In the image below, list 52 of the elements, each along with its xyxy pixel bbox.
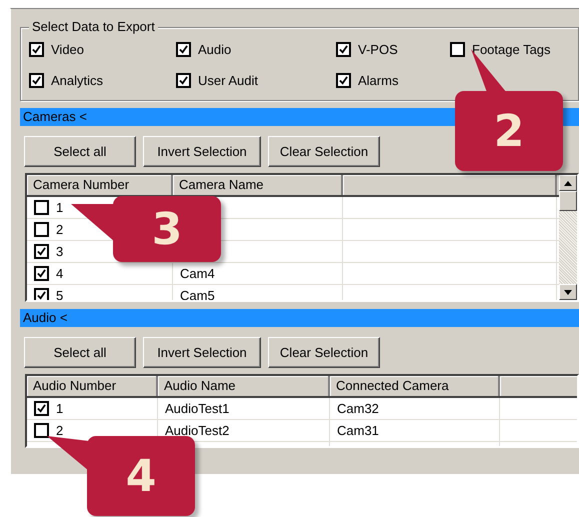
checkbox[interactable] (336, 72, 351, 88)
toolbar-button[interactable]: Clear Selection (268, 136, 380, 167)
group-title: Select Data to Export (29, 19, 158, 35)
option-label: Audio (198, 42, 232, 56)
option-label: Video (51, 42, 84, 56)
table-cell-text: 4 (56, 265, 64, 283)
checkbox[interactable] (34, 266, 49, 281)
option-label: Alarms (358, 72, 398, 88)
checkbox[interactable] (34, 401, 49, 416)
checkbox[interactable] (176, 72, 191, 88)
checkbox[interactable] (34, 222, 49, 237)
scroll-thumb[interactable] (559, 191, 577, 211)
column-header[interactable]: Connected Camera (330, 376, 500, 396)
table-cell-text: 3 (56, 243, 64, 261)
option-label: Analytics (51, 72, 104, 88)
table-cell-text: 5 (56, 287, 64, 300)
table-cell: Cam4 (173, 263, 343, 284)
option-label: User Audit (198, 72, 258, 88)
checkbox[interactable] (450, 42, 465, 56)
toolbar-button[interactable]: Select all (24, 136, 136, 167)
table-cell-text: 1 (56, 199, 64, 217)
table-cell-text: 2 (56, 221, 64, 239)
down-arrow-icon (564, 290, 572, 294)
checkbox[interactable] (34, 244, 49, 259)
toolbar-button[interactable]: Clear Selection (268, 337, 380, 368)
section-header[interactable]: Audio < (20, 309, 579, 327)
option-label: Footage Tags (472, 42, 551, 56)
table-cell: Cam5 (173, 285, 343, 300)
checkbox[interactable] (336, 42, 351, 56)
checkbox[interactable] (34, 423, 49, 438)
checkbox[interactable] (34, 288, 49, 300)
toolbar-button[interactable]: Invert Selection (143, 337, 261, 368)
scroll-down-button[interactable] (559, 284, 577, 300)
checkbox[interactable] (29, 42, 44, 56)
checkbox[interactable] (34, 200, 49, 215)
table-cell: Cam31 (330, 420, 500, 441)
scroll-up-button[interactable] (559, 175, 577, 191)
table-cell: AudioTest1 (158, 398, 330, 419)
table-cell-text: 2 (56, 422, 64, 440)
up-arrow-icon (564, 180, 572, 186)
checkbox[interactable] (29, 72, 44, 88)
column-header[interactable]: Audio Number (27, 376, 158, 396)
option-label: V-POS (358, 42, 398, 56)
callout-tooltip: 4 (87, 436, 195, 516)
table-cell: Cam32 (330, 398, 500, 419)
table-cell-text: 1 (56, 400, 64, 418)
column-header[interactable]: Audio Name (158, 376, 330, 396)
callout-tooltip: 2 (455, 91, 563, 171)
toolbar-button[interactable]: Invert Selection (143, 136, 261, 167)
toolbar-button[interactable]: Select all (24, 337, 136, 368)
checkbox[interactable] (176, 42, 191, 56)
callout-tooltip: 3 (113, 196, 221, 262)
